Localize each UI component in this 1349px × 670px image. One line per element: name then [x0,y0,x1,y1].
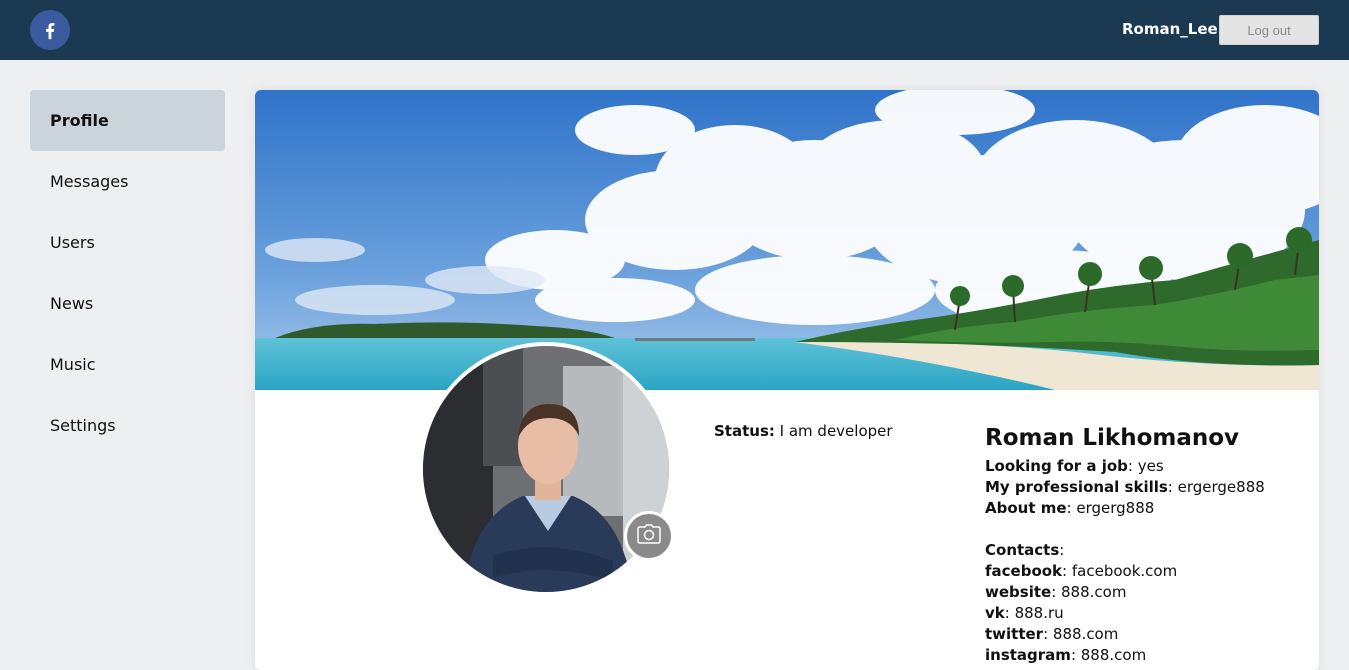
sidebar-item-music[interactable]: Music [30,334,225,395]
status-label: Status: [714,422,775,440]
sidebar-nav: Profile Messages Users News Music Settin… [30,90,225,456]
looking-for-job-row: Looking for a job: yes [985,456,1305,477]
camera-icon [637,524,661,548]
sidebar-item-profile[interactable]: Profile [30,90,225,151]
profile-status[interactable]: Status: I am developer [714,422,893,440]
contacts-heading: Contacts: [985,540,1305,561]
contacts-label: Contacts [985,541,1060,559]
contact-value: : 888.com [1070,646,1147,664]
looking-for-job-value: : yes [1127,457,1164,475]
contact-row: twitter: 888.com [985,624,1305,645]
avatar-frame [419,342,673,596]
contact-label: website [985,583,1052,601]
contact-label: twitter [985,625,1044,643]
contact-row: website: 888.com [985,582,1305,603]
about-label: About me [985,499,1067,517]
profile-card: Status: I am developer Roman Likhomanov … [255,90,1319,670]
sidebar-item-messages[interactable]: Messages [30,151,225,212]
skills-label: My professional skills [985,478,1168,496]
profile-info: Roman Likhomanov Looking for a job: yes … [985,424,1305,666]
looking-for-job-label: Looking for a job [985,457,1128,475]
current-username: Roman_Lee [1122,20,1218,38]
contact-value: : facebook.com [1062,562,1178,580]
contact-value: : 888.com [1051,583,1127,601]
profile-full-name: Roman Likhomanov [985,425,1240,451]
sidebar-item-settings[interactable]: Settings [30,395,225,456]
contact-row: facebook: facebook.com [985,561,1305,582]
contacts-colon: : [1059,541,1065,559]
top-header: Roman_Lee Log out [0,0,1349,60]
contact-label: vk [985,604,1005,622]
change-photo-button[interactable] [624,511,674,561]
skills-row: My professional skills: ergerge888 [985,477,1305,498]
contact-label: instagram [985,646,1071,664]
contact-value: : 888.com [1043,625,1119,643]
sidebar-item-users[interactable]: Users [30,212,225,273]
sidebar-item-news[interactable]: News [30,273,225,334]
logout-button[interactable]: Log out [1219,15,1319,45]
contact-value: : 888.ru [1004,604,1064,622]
cover-image [255,90,1319,390]
contact-row: vk: 888.ru [985,603,1305,624]
about-value: : ergerg888 [1066,499,1155,517]
facebook-icon[interactable] [30,10,70,50]
skills-value: : ergerge888 [1167,478,1265,496]
about-row: About me: ergerg888 [985,498,1305,519]
contact-label: facebook [985,562,1063,580]
status-value: I am developer [779,422,893,440]
